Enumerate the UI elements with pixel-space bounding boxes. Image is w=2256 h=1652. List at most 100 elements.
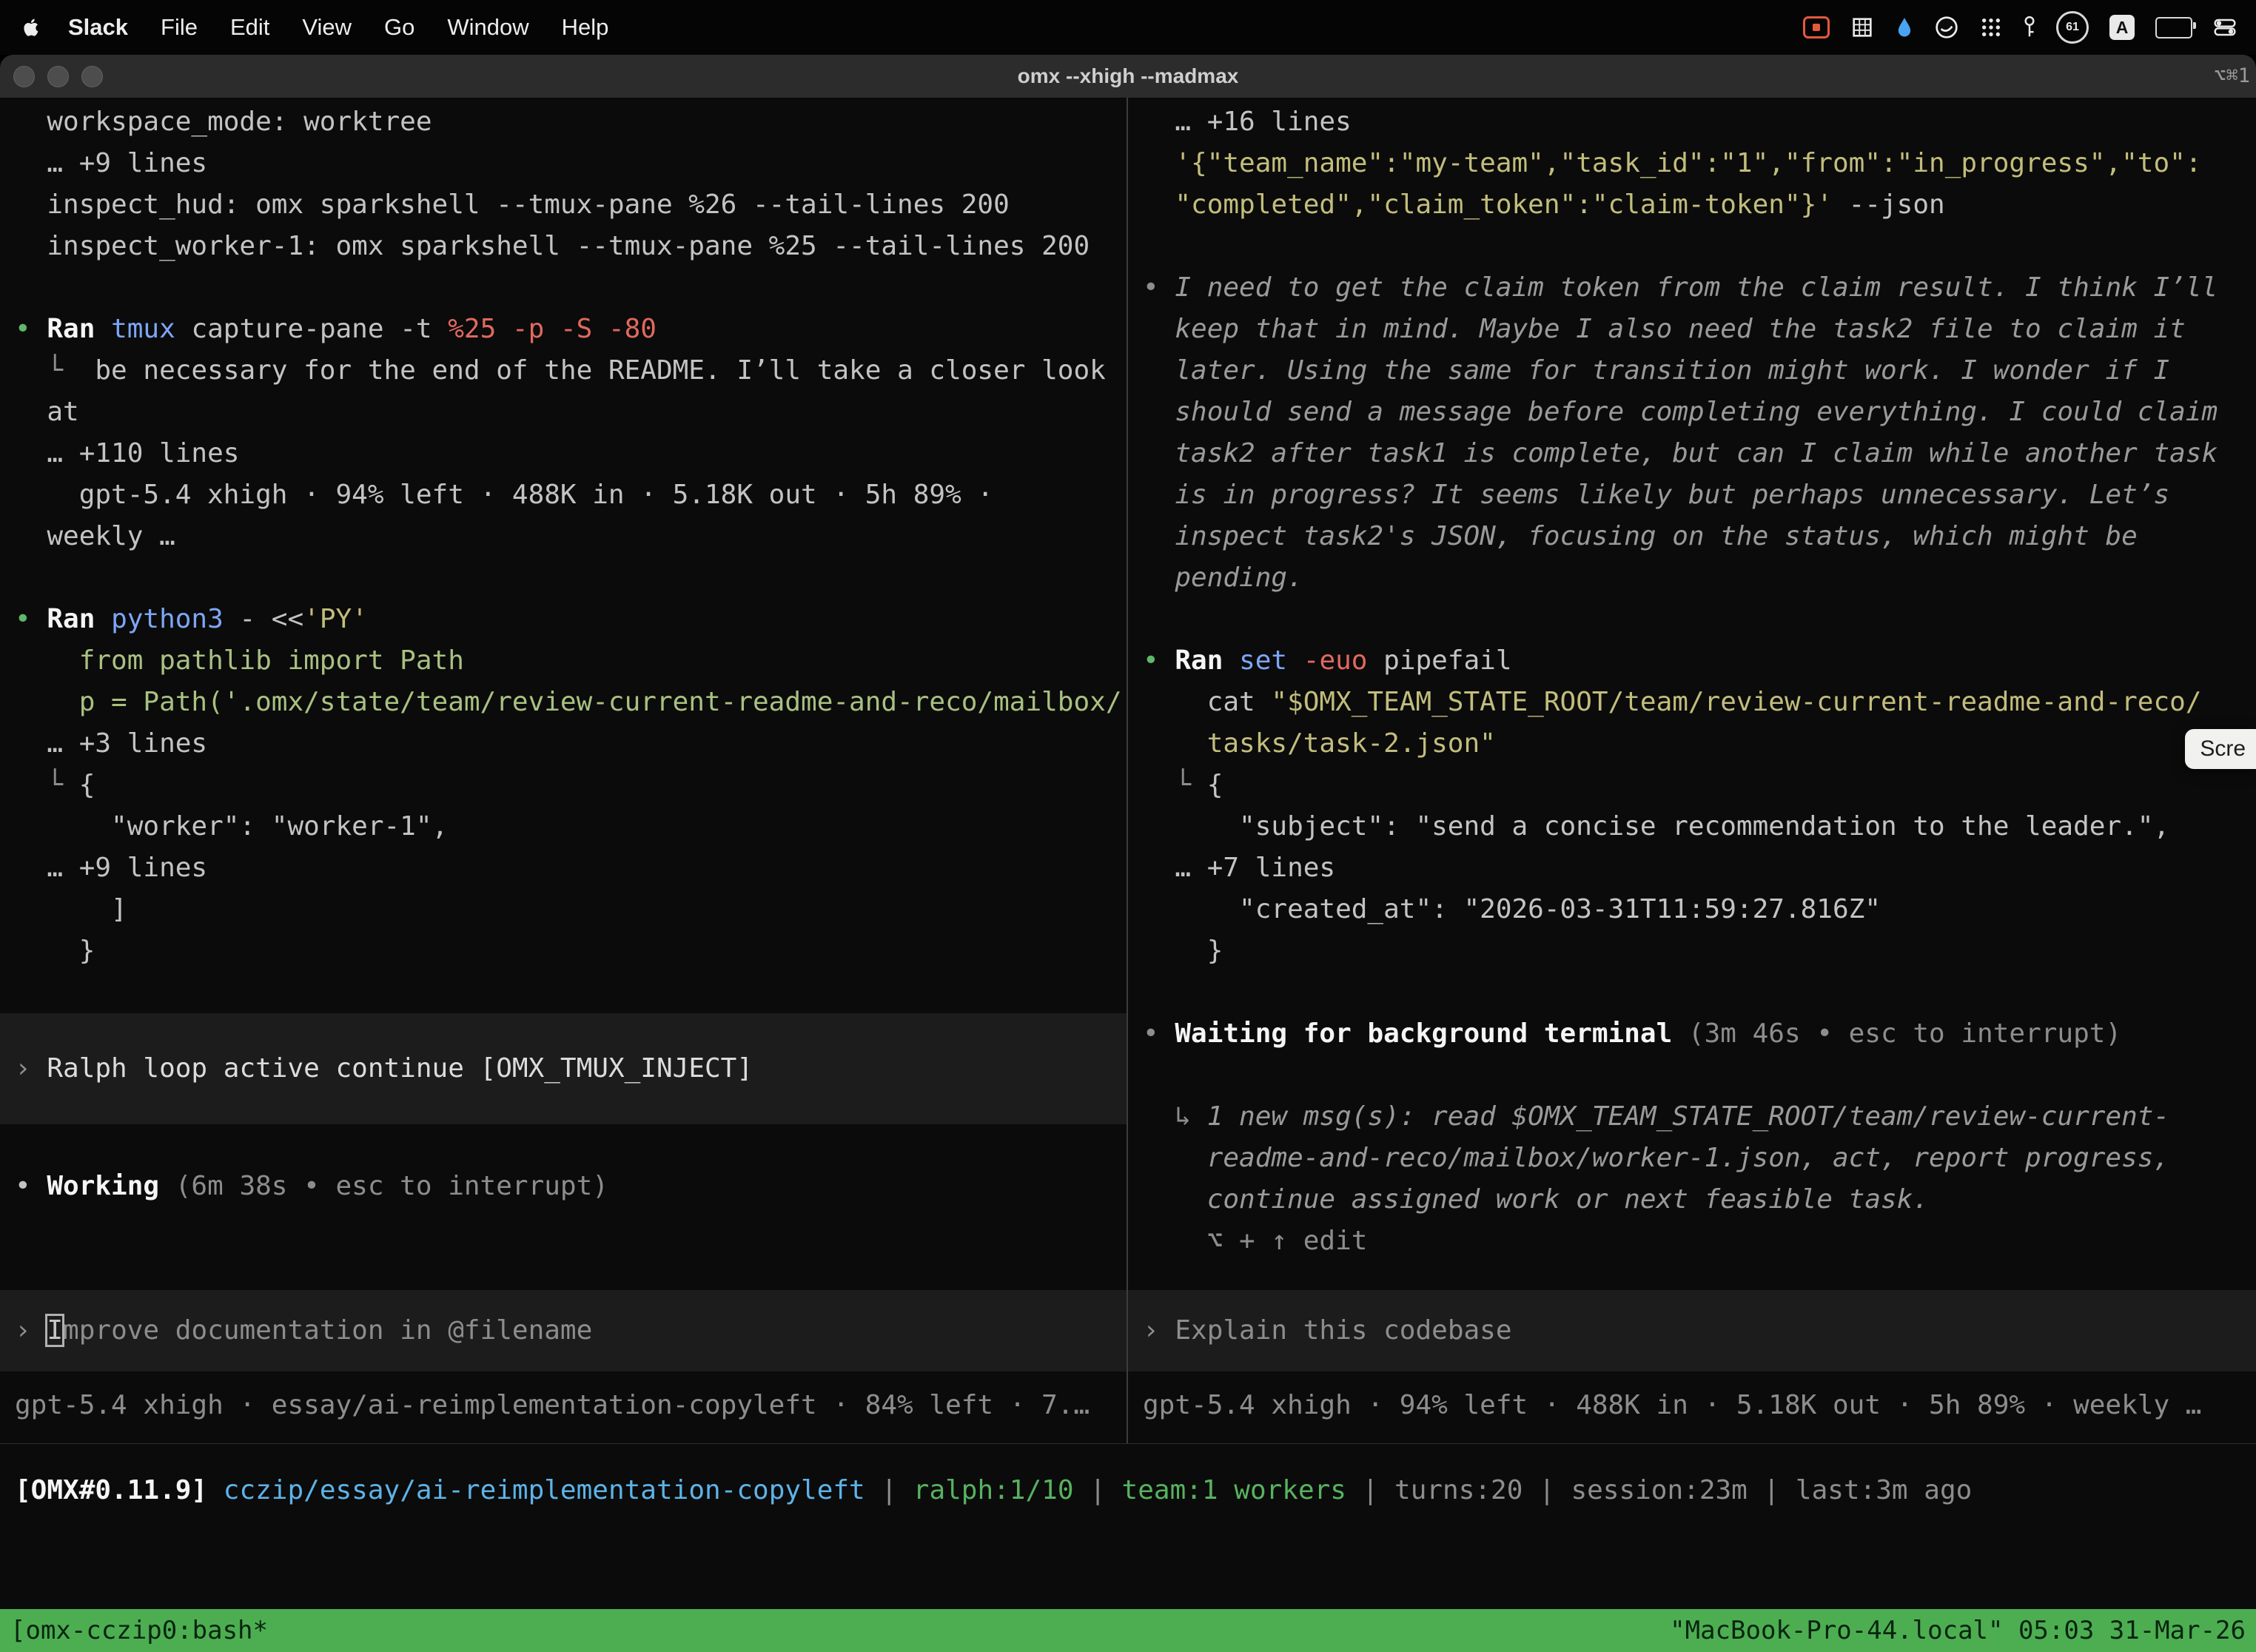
text-segment: |	[1523, 1475, 1571, 1505]
terminal-window: omx --xhigh --madmax ⌥⌘1 workspace_mode:…	[0, 55, 2256, 1652]
text-segment: -euo	[1287, 645, 1367, 676]
dots-grid-icon[interactable]	[1979, 11, 2003, 44]
terminal-line: └ be necessary for the end of the README…	[0, 350, 1127, 392]
terminal-line: └ {	[1128, 765, 2256, 806]
text-segment: … +7 lines	[1143, 853, 1335, 883]
composer-input-band[interactable]: › Improve documentation in @filename	[0, 1290, 1127, 1371]
text-segment: ↳	[1143, 1101, 1207, 1132]
text-segment: Working	[47, 1171, 175, 1201]
text-segment: {	[1207, 770, 1223, 800]
text-segment: "worker": "worker-1",	[15, 811, 448, 842]
terminal-line	[0, 1207, 1127, 1249]
input-source-icon[interactable]: A	[2109, 11, 2135, 44]
menu-item-go[interactable]: Go	[384, 14, 414, 40]
text-segment: •	[1143, 272, 1175, 303]
app-menu-title[interactable]: Slack	[68, 14, 128, 41]
text-segment: be necessary for the end of the README. …	[95, 355, 1105, 386]
screen-edge-notification[interactable]: Scre	[2185, 729, 2256, 769]
tmux-pane-left[interactable]: workspace_mode: worktree … +9 lines insp…	[0, 98, 1127, 1443]
text-segment: should send a message before completing …	[1143, 397, 2218, 427]
control-center-icon[interactable]	[2213, 11, 2237, 44]
apple-menu-icon[interactable]	[21, 15, 43, 40]
text-segment: •	[15, 1171, 47, 1201]
terminal-line: p = Path('.omx/state/team/review-current…	[0, 682, 1127, 723]
text-segment: (6m 38s • esc to interrupt)	[175, 1171, 608, 1201]
tmux-pane-right[interactable]: … +16 lines '{"team_name":"my-team","tas…	[1128, 98, 2256, 1443]
terminal-line: later. Using the same for transition mig…	[1128, 350, 2256, 392]
text-segment: last:3m ago	[1796, 1475, 1972, 1505]
menu-item-edit[interactable]: Edit	[230, 14, 269, 40]
text-segment: }	[15, 936, 95, 966]
terminal-line: task2 after task1 is complete, but can I…	[1128, 433, 2256, 474]
menu-bar: Slack File Edit View Go Window Help 61 A	[0, 0, 2256, 55]
text-segment: turns:20	[1394, 1475, 1523, 1505]
terminal-content: workspace_mode: worktree … +9 lines insp…	[0, 98, 2256, 1444]
text-segment: I	[47, 1315, 63, 1346]
text-segment: "subject": "send a concise recommendatio…	[1143, 811, 2169, 842]
window-shortcut-hint: ⌥⌘1	[2214, 55, 2250, 98]
text-segment: }	[1143, 936, 1223, 966]
terminal-line	[1128, 226, 2256, 267]
terminal-line: should send a message before completing …	[1128, 392, 2256, 433]
terminal-line: "completed","claim_token":"claim-token"}…	[1128, 184, 2256, 226]
pane-status-footer: gpt-5.4 xhigh · 94% left · 488K in · 5.1…	[1128, 1385, 2256, 1426]
text-segment: … +9 lines	[15, 148, 207, 178]
text-segment: cat	[1143, 687, 1271, 717]
terminal-line	[0, 1249, 1127, 1290]
grid-icon[interactable]	[1850, 11, 1874, 44]
terminal-line: cat "$OMX_TEAM_STATE_ROOT/team/review-cu…	[1128, 682, 2256, 723]
text-segment: inspect_worker-1: omx sparkshell --tmux-…	[15, 231, 1090, 261]
text-segment: |	[865, 1475, 913, 1505]
text-segment: (3m 46s • esc to interrupt)	[1688, 1018, 2121, 1049]
menu-item-help[interactable]: Help	[562, 14, 609, 40]
window-title-bar[interactable]: omx --xhigh --madmax ⌥⌘1	[0, 55, 2256, 98]
text-segment: └	[1143, 770, 1207, 800]
text-segment: {	[79, 770, 95, 800]
text-segment: └	[15, 355, 95, 386]
text-segment: weekly …	[15, 521, 175, 551]
text-segment: "completed","claim_token":"claim-token"}…	[1143, 189, 1833, 220]
screen-recording-indicator-icon[interactable]	[1803, 11, 1830, 44]
text-segment: pending.	[1143, 563, 1303, 593]
text-segment: •	[15, 314, 47, 344]
battery-icon[interactable]	[2155, 11, 2192, 44]
terminal-line: ]	[0, 889, 1127, 930]
text-segment: … +9 lines	[15, 853, 207, 883]
text-segment: Ran	[47, 314, 111, 344]
terminal-line: workspace_mode: worktree	[0, 101, 1127, 143]
terminal-line: at	[0, 392, 1127, 433]
composer-input-band[interactable]: › Explain this codebase	[1128, 1290, 2256, 1371]
terminal-line: readme-and-reco/mailbox/worker-1.json, a…	[1128, 1138, 2256, 1179]
key-icon[interactable]	[2024, 11, 2035, 44]
text-segment: •	[1143, 1018, 1175, 1049]
text-segment: continue assigned work or next feasible …	[1143, 1184, 1929, 1215]
text-segment: Ran	[47, 604, 111, 634]
droplet-icon[interactable]	[1895, 11, 1914, 44]
terminal-line	[1128, 1055, 2256, 1096]
terminal-line: … +110 lines	[0, 433, 1127, 474]
text-segment: tasks/task-2.json"	[1143, 728, 1496, 759]
text-segment: Explain this codebase	[1175, 1315, 1511, 1346]
text-segment: mprove documentation in @filename	[63, 1315, 592, 1346]
text-segment: is in progress? It seems likely but perh…	[1143, 480, 2169, 510]
text-segment: at	[15, 397, 79, 427]
text-segment: I need to get the claim token from the c…	[1175, 272, 2218, 303]
composer-input-band[interactable]: › Ralph loop active continue [OMX_TMUX_I…	[0, 1013, 1127, 1124]
text-segment: %25 -p -S -80	[432, 314, 657, 344]
terminal-line: is in progress? It seems likely but perh…	[1128, 474, 2256, 516]
text-segment: pipefail	[1367, 645, 1511, 676]
terminal-line: }	[1128, 930, 2256, 972]
menu-item-window[interactable]: Window	[447, 14, 528, 40]
terminal-swirl-icon[interactable]	[1935, 11, 1958, 44]
terminal-line: • I need to get the claim token from the…	[1128, 267, 2256, 309]
terminal-line: inspect_worker-1: omx sparkshell --tmux-…	[0, 226, 1127, 267]
menu-item-file[interactable]: File	[161, 14, 198, 40]
terminal-line: weekly …	[0, 516, 1127, 557]
text-segment: task2 after task1 is complete, but can I…	[1143, 438, 2218, 469]
terminal-line: continue assigned work or next feasible …	[1128, 1179, 2256, 1220]
terminal-line	[1128, 972, 2256, 1013]
battery-circle-icon[interactable]: 61	[2056, 11, 2089, 44]
menu-item-view[interactable]: View	[302, 14, 352, 40]
omx-status-line: [OMX#0.11.9] cczip/essay/ai-reimplementa…	[0, 1470, 2256, 1511]
terminal-line: … +9 lines	[0, 847, 1127, 889]
